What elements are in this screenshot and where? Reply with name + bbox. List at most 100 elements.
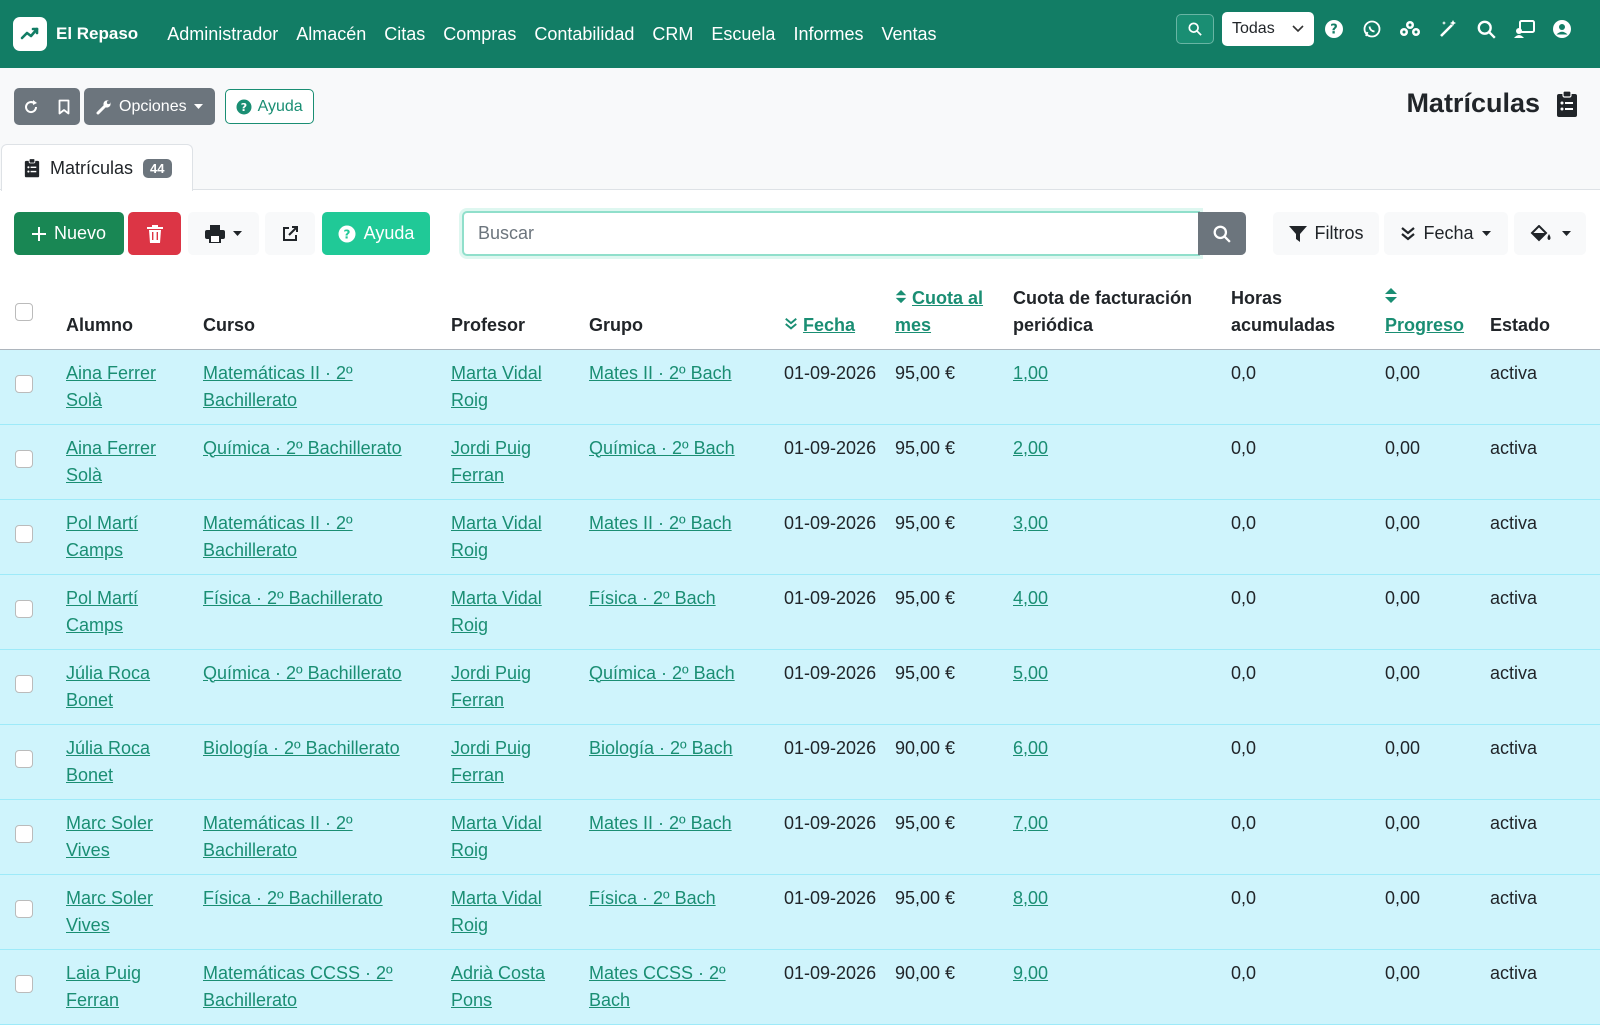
link-teacher[interactable]: Marta Vidal Roig xyxy=(451,813,542,860)
link-teacher[interactable]: Adrià Costa Pons xyxy=(451,963,545,1010)
link-student[interactable]: Aina Ferrer Solà xyxy=(66,363,156,410)
link-student[interactable]: Júlia Roca Bonet xyxy=(66,663,150,710)
row-checkbox[interactable] xyxy=(15,824,33,843)
link-group[interactable]: Mates II · 2º Bach xyxy=(589,813,732,833)
menu-item-almacen[interactable]: Almacén xyxy=(287,24,375,45)
link-course[interactable]: Biología · 2º Bachillerato xyxy=(203,738,400,758)
header-billing-fee[interactable]: Cuota de facturación periódica xyxy=(1005,282,1223,349)
brand[interactable]: El Repaso xyxy=(13,17,138,51)
link-course[interactable]: Matemáticas II · 2º Bachillerato xyxy=(203,363,353,410)
search-icon[interactable] xyxy=(1468,12,1504,46)
color-rules-button[interactable] xyxy=(1514,212,1586,255)
link-course[interactable]: Matemáticas CCSS · 2º Bachillerato xyxy=(203,963,393,1010)
header-date[interactable]: Fecha xyxy=(776,282,887,349)
link-group[interactable]: Mates II · 2º Bach xyxy=(589,363,732,383)
menu-item-ventas[interactable]: Ventas xyxy=(872,24,945,45)
link-teacher[interactable]: Marta Vidal Roig xyxy=(451,513,542,560)
link-billing[interactable]: 4,00 xyxy=(1013,588,1048,608)
header-student[interactable]: Alumno xyxy=(58,282,195,349)
link-course[interactable]: Física · 2º Bachillerato xyxy=(203,888,383,908)
link-group[interactable]: Química · 2º Bach xyxy=(589,663,735,683)
bookmark-button[interactable] xyxy=(47,88,80,125)
link-billing[interactable]: 1,00 xyxy=(1013,363,1048,383)
link-student[interactable]: Laia Puig Ferran xyxy=(66,963,141,1010)
menu-item-citas[interactable]: Citas xyxy=(375,24,434,45)
table-row[interactable]: Pol Martí Camps Matemáticas II · 2º Bachi… xyxy=(0,499,1600,574)
link-course[interactable]: Química · 2º Bachillerato xyxy=(203,663,402,683)
header-teacher[interactable]: Profesor xyxy=(443,282,581,349)
header-course[interactable]: Curso xyxy=(195,282,443,349)
date-sort-button[interactable]: Fecha xyxy=(1384,212,1508,255)
link-student[interactable]: Pol Martí Camps xyxy=(66,588,138,635)
link-group[interactable]: Física · 2º Bach xyxy=(589,588,716,608)
link-teacher[interactable]: Marta Vidal Roig xyxy=(451,588,542,635)
link-billing[interactable]: 7,00 xyxy=(1013,813,1048,833)
row-checkbox[interactable] xyxy=(15,749,33,768)
link-group[interactable]: Mates CCSS · 2º Bach xyxy=(589,963,726,1010)
help-button-secondary[interactable]: ? Ayuda xyxy=(322,212,430,255)
link-billing[interactable]: 5,00 xyxy=(1013,663,1048,683)
link-group[interactable]: Biología · 2º Bach xyxy=(589,738,733,758)
header-progress[interactable]: Progreso xyxy=(1377,282,1482,349)
link-student[interactable]: Júlia Roca Bonet xyxy=(66,738,150,785)
table-row[interactable]: Pol Martí Camps Física · 2º Bachillerato M… xyxy=(0,574,1600,649)
link-group[interactable]: Física · 2º Bach xyxy=(589,888,716,908)
table-row[interactable]: Júlia Roca Bonet Química · 2º Bachillerat… xyxy=(0,649,1600,724)
link-teacher[interactable]: Marta Vidal Roig xyxy=(451,363,542,410)
menu-item-contabilidad[interactable]: Contabilidad xyxy=(525,24,643,45)
link-teacher[interactable]: Jordi Puig Ferran xyxy=(451,663,531,710)
row-checkbox[interactable] xyxy=(15,674,33,693)
link-group[interactable]: Mates II · 2º Bach xyxy=(589,513,732,533)
menu-item-administrador[interactable]: Administrador xyxy=(158,24,287,45)
link-student[interactable]: Marc Soler Vives xyxy=(66,888,153,935)
link-billing[interactable]: 3,00 xyxy=(1013,513,1048,533)
table-row[interactable]: Laia Puig Ferran Matemáticas CCSS · 2º Ba… xyxy=(0,949,1600,1024)
row-checkbox[interactable] xyxy=(15,524,33,543)
link-billing[interactable]: 9,00 xyxy=(1013,963,1048,983)
header-hours[interactable]: Horas acumuladas xyxy=(1223,282,1377,349)
filters-button[interactable]: Filtros xyxy=(1273,212,1379,255)
table-row[interactable]: Júlia Roca Bonet Biología · 2º Bachillera… xyxy=(0,724,1600,799)
header-status[interactable]: Estado xyxy=(1482,282,1600,349)
link-teacher[interactable]: Jordi Puig Ferran xyxy=(451,438,531,485)
refresh-button[interactable] xyxy=(14,88,47,125)
row-checkbox[interactable] xyxy=(15,374,33,393)
search-input[interactable] xyxy=(462,211,1200,256)
menu-item-informes[interactable]: Informes xyxy=(784,24,872,45)
row-checkbox[interactable] xyxy=(15,974,33,993)
link-teacher[interactable]: Marta Vidal Roig xyxy=(451,888,542,935)
help-icon[interactable]: ? xyxy=(1316,12,1352,46)
link-billing[interactable]: 8,00 xyxy=(1013,888,1048,908)
help-button[interactable]: ? Ayuda xyxy=(224,89,314,124)
table-row[interactable]: Aina Ferrer Solà Química · 2º Bachillerat… xyxy=(0,424,1600,499)
link-course[interactable]: Física · 2º Bachillerato xyxy=(203,588,383,608)
support-icon[interactable] xyxy=(1506,12,1542,46)
link-student[interactable]: Marc Soler Vives xyxy=(66,813,153,860)
company-select[interactable]: Todas xyxy=(1222,12,1314,46)
header-monthly-fee[interactable]: Cuota al mes xyxy=(887,282,1005,349)
search-button[interactable] xyxy=(1198,212,1246,255)
link-billing[interactable]: 6,00 xyxy=(1013,738,1048,758)
whatsapp-icon[interactable] xyxy=(1354,12,1390,46)
header-group[interactable]: Grupo xyxy=(581,282,776,349)
row-checkbox[interactable] xyxy=(15,449,33,468)
link-course[interactable]: Matemáticas II · 2º Bachillerato xyxy=(203,513,353,560)
menu-item-crm[interactable]: CRM xyxy=(643,24,702,45)
link-teacher[interactable]: Jordi Puig Ferran xyxy=(451,738,531,785)
link-billing[interactable]: 2,00 xyxy=(1013,438,1048,458)
magic-wand-icon[interactable] xyxy=(1430,12,1466,46)
table-row[interactable]: Marc Soler Vives Matemáticas II · 2º Bach… xyxy=(0,799,1600,874)
row-checkbox[interactable] xyxy=(15,599,33,618)
new-button[interactable]: Nuevo xyxy=(14,212,124,255)
link-student[interactable]: Aina Ferrer Solà xyxy=(66,438,156,485)
menu-item-escuela[interactable]: Escuela xyxy=(702,24,784,45)
print-dropdown-button[interactable] xyxy=(188,212,259,255)
nav-search-button[interactable] xyxy=(1176,14,1214,44)
table-row[interactable]: Aina Ferrer Solà Matemáticas II · 2º Bach… xyxy=(0,349,1600,424)
open-external-button[interactable] xyxy=(265,212,315,255)
select-all-checkbox[interactable] xyxy=(15,302,33,321)
link-course[interactable]: Matemáticas II · 2º Bachillerato xyxy=(203,813,353,860)
menu-item-compras[interactable]: Compras xyxy=(434,24,525,45)
delete-button[interactable] xyxy=(128,212,181,255)
link-group[interactable]: Química · 2º Bach xyxy=(589,438,735,458)
